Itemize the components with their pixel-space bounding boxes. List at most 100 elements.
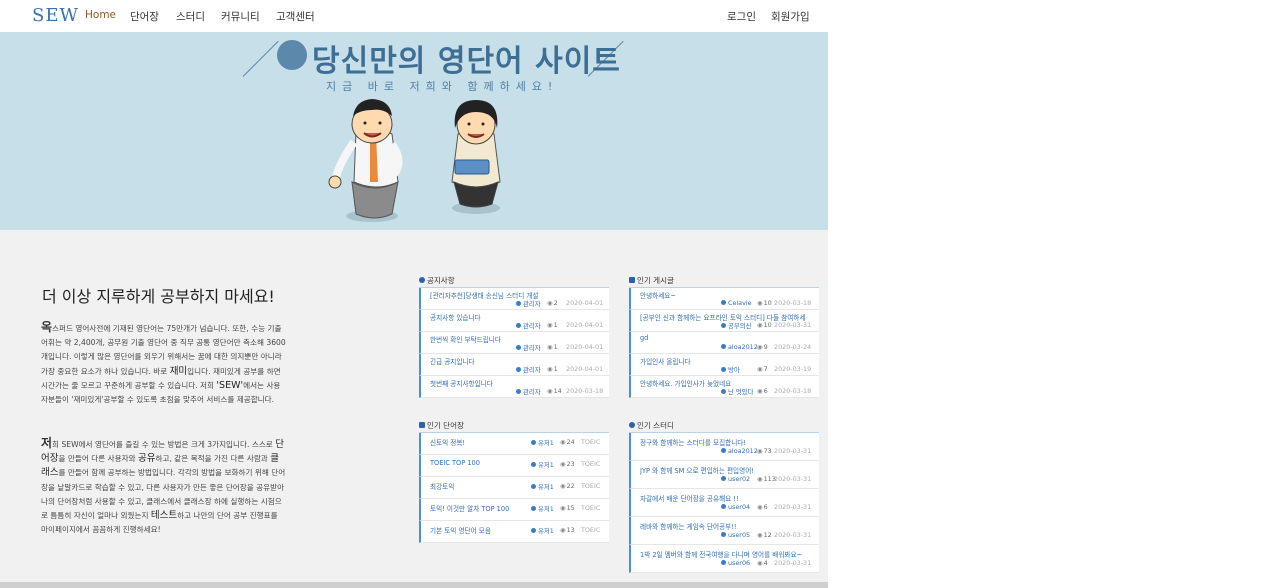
row-views: ◉2 (547, 299, 558, 307)
row-title[interactable]: 토익! 이것만 알자 TOP 100 (430, 503, 540, 513)
row-author[interactable]: aloa2012 (721, 447, 758, 455)
row-author[interactable]: 방아 (721, 365, 740, 374)
board-row[interactable]: 신토익 정복! 유저1 ◉24 TOEIC (419, 433, 609, 455)
row-tag: TOEIC (581, 504, 601, 512)
row-date: 2020-04-01 (566, 321, 604, 329)
hero-illustration (328, 99, 501, 222)
board-row[interactable]: 안녕하세요~ Celavie ◉10 2020-03-18 (629, 288, 819, 310)
board-row[interactable]: [관리자추천]당생태 송신님 스터디 개설 관리자 ◉2 2020-04-01 (419, 288, 609, 310)
row-title[interactable]: 1박 2일 멤버와 함께 전국여행을 다니며 영어를 배워봐요~ (640, 549, 810, 559)
nav-community[interactable]: 커뮤니티 (221, 9, 260, 24)
board-row[interactable]: 레바와 함께하는 게임속 단어공부!! user05 ◉12 2020-03-31 (629, 517, 819, 545)
nav-home[interactable]: Home (85, 9, 116, 21)
row-author[interactable]: 관리자 (516, 365, 541, 374)
row-author[interactable]: 관리자 (516, 321, 541, 330)
board-row[interactable]: gd aloa2012 ◉9 2020-03-24 (629, 332, 819, 354)
row-author[interactable]: 유저1 (531, 504, 554, 513)
row-tag: TOEIC (581, 460, 601, 468)
row-views: ◉12 (757, 531, 772, 539)
user-icon (516, 345, 521, 350)
board-title: 인기 단어장 (419, 420, 609, 432)
row-author[interactable]: Celavie (721, 299, 752, 307)
eye-icon: ◉ (757, 447, 763, 455)
user-icon (516, 301, 521, 306)
board-row[interactable]: JYP 와 함께 SM 으로 편입하는 편입영어! user02 ◉113 2020-… (629, 461, 819, 489)
row-author[interactable]: user04 (721, 503, 750, 511)
row-date: 2020-03-31 (774, 503, 812, 511)
board-row[interactable]: TOEIC TOP 100 유저1 ◉23 TOEIC (419, 455, 609, 477)
board-row[interactable]: 1박 2일 멤버와 함께 전국여행을 다니며 영어를 배워봐요~ user06 ◉4… (629, 545, 819, 573)
row-author[interactable]: 유저1 (531, 526, 554, 535)
eye-icon: ◉ (757, 299, 763, 307)
user-icon (721, 476, 726, 481)
nav-study[interactable]: 스터디 (176, 9, 205, 24)
eye-icon: ◉ (547, 365, 553, 373)
login-link[interactable]: 로그인 (727, 9, 756, 24)
board-row[interactable]: 한번씩 확인 부탁드립니다 관리자 ◉1 2020-04-01 (419, 332, 609, 354)
row-title[interactable]: TOEIC TOP 100 (430, 459, 540, 467)
row-author[interactable]: 유저1 (531, 482, 554, 491)
row-title[interactable]: 기본 토익 영단어 모음 (430, 525, 540, 535)
row-date: 2020-03-24 (774, 343, 812, 351)
board-row[interactable]: [공부인 신과 함께하는 요프라인 토익 스터디] 다들 참여하세요~ 공부의신 ◉… (629, 310, 819, 332)
board-title-text: 인기 단어장 (427, 421, 464, 430)
user-icon (721, 300, 726, 305)
body-text: 을 만들어 다른 사용자와 (58, 454, 139, 464)
board-row[interactable]: 자갈에서 배운 단어장을 공유해요 !! user04 ◉6 2020-03-31 (629, 489, 819, 517)
board-row[interactable]: 안녕하세요. 가입인사가 늦었네요 난 멋있다 ◉6 2020-03-18 (629, 376, 819, 398)
board-list: 신토익 정복! 유저1 ◉24 TOEIC TOEIC TOP 100 유저1 ◉23 TOE… (419, 432, 609, 543)
row-views: ◉6 (757, 503, 768, 511)
eye-icon: ◉ (757, 365, 763, 373)
board-row[interactable]: 가입인사 올립니다 방아 ◉7 2020-03-19 (629, 354, 819, 376)
board-row[interactable]: 기본 토익 영단어 모음 유저1 ◉13 TOEIC (419, 521, 609, 543)
board-row[interactable]: 최강토익 유저1 ◉22 TOEIC (419, 477, 609, 499)
body-text: 하고, 같은 목적을 가진 다른 사람과 (155, 454, 271, 464)
popular-posts-board: 인기 게시글 안녕하세요~ Celavie ◉10 2020-03-18 [공부인 신과 … (629, 275, 819, 398)
row-author[interactable]: 관리자 (516, 299, 541, 308)
row-date: 2020-04-01 (566, 365, 604, 373)
board-row[interactable]: 정구와 함께하는 스터디를 모집합니다! aloa2012 ◉73 2020-03-3… (629, 433, 819, 461)
board-row[interactable]: 긴급 공지입니다 관리자 ◉1 2020-04-01 (419, 354, 609, 376)
row-author[interactable]: 공부의신 (721, 321, 752, 330)
board-row[interactable]: 공지사항 있습니다 관리자 ◉1 2020-04-01 (419, 310, 609, 332)
nav-wordbook[interactable]: 단어장 (130, 9, 159, 24)
row-author[interactable]: 유저1 (531, 460, 554, 469)
user-icon (721, 323, 726, 328)
row-date: 2020-03-18 (566, 387, 604, 395)
row-title[interactable]: 신토익 정복! (430, 437, 540, 447)
row-author[interactable]: 난 멋있다 (721, 387, 754, 396)
user-icon (721, 344, 726, 349)
site-logo[interactable]: SEW (32, 5, 79, 26)
popular-wordbooks-board: 인기 단어장 신토익 정복! 유저1 ◉24 TOEIC TOEIC TOP 100 유저1… (419, 420, 609, 543)
row-title[interactable]: gd (640, 334, 805, 342)
eye-icon: ◉ (757, 387, 763, 395)
woman-character-illustration (451, 100, 501, 214)
board-row[interactable]: 토익! 이것만 알자 TOP 100 유저1 ◉15 TOEIC (419, 499, 609, 521)
row-author[interactable]: user05 (721, 531, 750, 539)
eye-icon: ◉ (560, 438, 566, 446)
eye-icon: ◉ (547, 343, 553, 351)
row-title[interactable]: 정구와 함께하는 스터디를 모집합니다! (640, 437, 810, 447)
user-icon (721, 389, 726, 394)
row-title[interactable]: 레바와 함께하는 게임속 단어공부!! (640, 521, 810, 531)
row-author[interactable]: 유저1 (531, 438, 554, 447)
row-tag: TOEIC (581, 482, 601, 490)
emphasis-text: 테스트 (150, 510, 178, 522)
board-row[interactable]: 첫번째 공지사항입니다 관리자 ◉14 2020-03-18 (419, 376, 609, 398)
signup-link[interactable]: 회원가입 (771, 9, 810, 24)
board-title-text: 인기 게시글 (637, 276, 674, 285)
row-title[interactable]: JYP 와 함께 SM 으로 편입하는 편입영어! (640, 465, 810, 475)
row-views: ◉4 (757, 559, 768, 567)
row-title[interactable]: 최강토익 (430, 481, 540, 491)
row-title[interactable]: 자갈에서 배운 단어장을 공유해요 !! (640, 493, 810, 503)
row-author[interactable]: user02 (721, 475, 750, 483)
emphasis-text: 옥 (41, 320, 53, 334)
row-author[interactable]: aloa2012 (721, 343, 758, 351)
row-author[interactable]: 관리자 (516, 387, 541, 396)
nav-support[interactable]: 고객센터 (276, 9, 315, 24)
row-date: 2020-03-18 (774, 387, 812, 395)
row-author[interactable]: user06 (721, 559, 750, 567)
board-title: 공지사항 (419, 275, 609, 287)
eye-icon: ◉ (757, 531, 763, 539)
row-author[interactable]: 관리자 (516, 343, 541, 352)
